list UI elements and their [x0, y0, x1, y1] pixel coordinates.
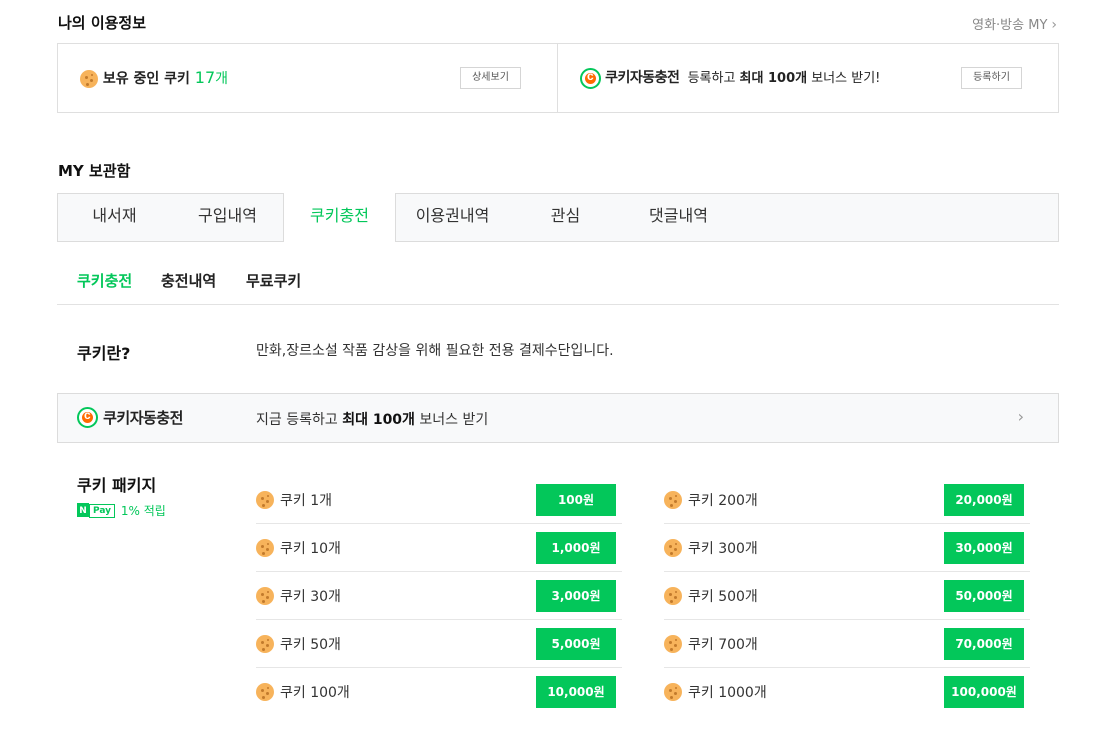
chevron-right-icon: ›: [1051, 17, 1057, 33]
banner-desc-1: 지금 등록하고: [256, 412, 343, 428]
tab-favorites[interactable]: 관심: [509, 193, 622, 239]
movie-broadcast-my-link[interactable]: 영화·방송 MY ›: [972, 14, 1057, 33]
cookie-balance: 보유 중인 쿠키 17개: [80, 68, 228, 88]
npay-reward: N Pay 1% 적립: [77, 502, 166, 519]
cookie-balance-unit: 개: [215, 71, 229, 87]
buy-button[interactable]: 30,000원: [944, 532, 1024, 564]
package-name: 쿠키 300개: [688, 541, 758, 557]
list-item: 쿠키 30개 3,000원: [256, 572, 622, 620]
package-name: 쿠키 100개: [280, 685, 350, 701]
auto-charge-logo-icon: [580, 68, 601, 89]
subtab-divider: [57, 304, 1059, 305]
package-name: 쿠키 1000개: [688, 685, 767, 701]
list-item: 쿠키 100개 10,000원: [256, 668, 622, 716]
subtab-free-cookies[interactable]: 무료쿠키: [246, 270, 301, 291]
my-info-box: 보유 중인 쿠키 17개 상세보기 쿠키자동충전 등록하고 최대 100개 보너…: [57, 43, 1059, 113]
auto-charge-desc-bold: 최대 100개: [739, 71, 808, 86]
auto-charge-promo: 쿠키자동충전 등록하고 최대 100개 보너스 받기!: [580, 67, 880, 89]
list-item: 쿠키 300개 30,000원: [664, 524, 1030, 572]
my-info-title: 나의 이용정보: [58, 14, 147, 32]
list-item: 쿠키 700개 70,000원: [664, 620, 1030, 668]
package-name: 쿠키 50개: [280, 637, 341, 653]
list-item: 쿠키 500개 50,000원: [664, 572, 1030, 620]
cookie-icon: [256, 491, 274, 509]
info-divider: [557, 44, 558, 112]
auto-charge-logo-icon: [77, 407, 98, 428]
buy-button[interactable]: 10,000원: [536, 676, 616, 708]
cookie-icon: [256, 539, 274, 557]
list-item: 쿠키 10개 1,000원: [256, 524, 622, 572]
cookie-balance-prefix: 보유 중인 쿠키: [102, 71, 195, 87]
banner-logo: 쿠키자동충전: [77, 407, 183, 428]
package-name: 쿠키 30개: [280, 589, 341, 605]
banner-desc: 지금 등록하고 최대 100개 보너스 받기: [256, 409, 488, 429]
what-is-cookie-desc: 만화,장르소설 작품 감상을 위해 필요한 전용 결제수단입니다.: [256, 343, 614, 359]
tab-comments[interactable]: 댓글내역: [622, 193, 735, 239]
cookie-icon: [256, 587, 274, 605]
buy-button[interactable]: 5,000원: [536, 628, 616, 660]
banner-desc-bold: 최대 100개: [342, 412, 415, 428]
buy-button[interactable]: 100원: [536, 484, 616, 516]
cookie-icon: [256, 683, 274, 701]
cookie-balance-count: 17: [194, 68, 216, 87]
buy-button[interactable]: 3,000원: [536, 580, 616, 612]
auto-charge-desc-2: 보너스 받기!: [807, 71, 881, 86]
cookie-icon: [664, 587, 682, 605]
buy-button[interactable]: 20,000원: [944, 484, 1024, 516]
buy-button[interactable]: 1,000원: [536, 532, 616, 564]
tab-pass-history[interactable]: 이용권내역: [396, 193, 509, 239]
list-item: 쿠키 1000개 100,000원: [664, 668, 1030, 716]
buy-button[interactable]: 100,000원: [944, 676, 1024, 708]
detail-button[interactable]: 상세보기: [460, 67, 521, 89]
package-name: 쿠키 700개: [688, 637, 758, 653]
auto-charge-desc-1: 등록하고: [687, 71, 740, 86]
list-item: 쿠키 1개 100원: [256, 476, 622, 524]
cookie-icon: [80, 70, 98, 88]
cookie-icon: [256, 635, 274, 653]
subtab-cookie-charge[interactable]: 쿠키충전: [77, 270, 132, 291]
movie-broadcast-my-label: 영화·방송 MY: [972, 18, 1048, 33]
banner-desc-2: 보너스 받기: [414, 412, 489, 428]
cookie-icon: [664, 491, 682, 509]
buy-button[interactable]: 50,000원: [944, 580, 1024, 612]
chevron-right-icon: ›: [1017, 407, 1024, 426]
tab-cookie-charge[interactable]: 쿠키충전: [283, 193, 396, 242]
package-name: 쿠키 10개: [280, 541, 341, 557]
package-name: 쿠키 200개: [688, 493, 758, 509]
list-item: 쿠키 50개 5,000원: [256, 620, 622, 668]
cookie-icon: [664, 539, 682, 557]
auto-charge-logo-text: 쿠키자동충전: [605, 70, 680, 86]
tab-purchases[interactable]: 구입내역: [171, 193, 284, 239]
auto-charge-banner[interactable]: 쿠키자동충전 지금 등록하고 최대 100개 보너스 받기 ›: [57, 393, 1059, 443]
npay-reward-text: 1% 적립: [120, 504, 166, 518]
cookie-icon: [664, 635, 682, 653]
npay-logo-icon: N Pay: [77, 503, 116, 518]
package-name: 쿠키 500개: [688, 589, 758, 605]
list-item: 쿠키 200개 20,000원: [664, 476, 1030, 524]
tab-library[interactable]: 내서재: [58, 193, 171, 239]
my-box-title: MY 보관함: [58, 162, 131, 180]
buy-button[interactable]: 70,000원: [944, 628, 1024, 660]
cookie-package-label: 쿠키 패키지: [77, 476, 157, 495]
what-is-cookie-label: 쿠키란?: [77, 344, 131, 363]
cookie-icon: [664, 683, 682, 701]
package-name: 쿠키 1개: [280, 493, 332, 509]
banner-logo-text: 쿠키자동충전: [103, 409, 183, 427]
subtab-charge-history[interactable]: 충전내역: [161, 270, 216, 291]
register-button[interactable]: 등록하기: [961, 67, 1022, 89]
